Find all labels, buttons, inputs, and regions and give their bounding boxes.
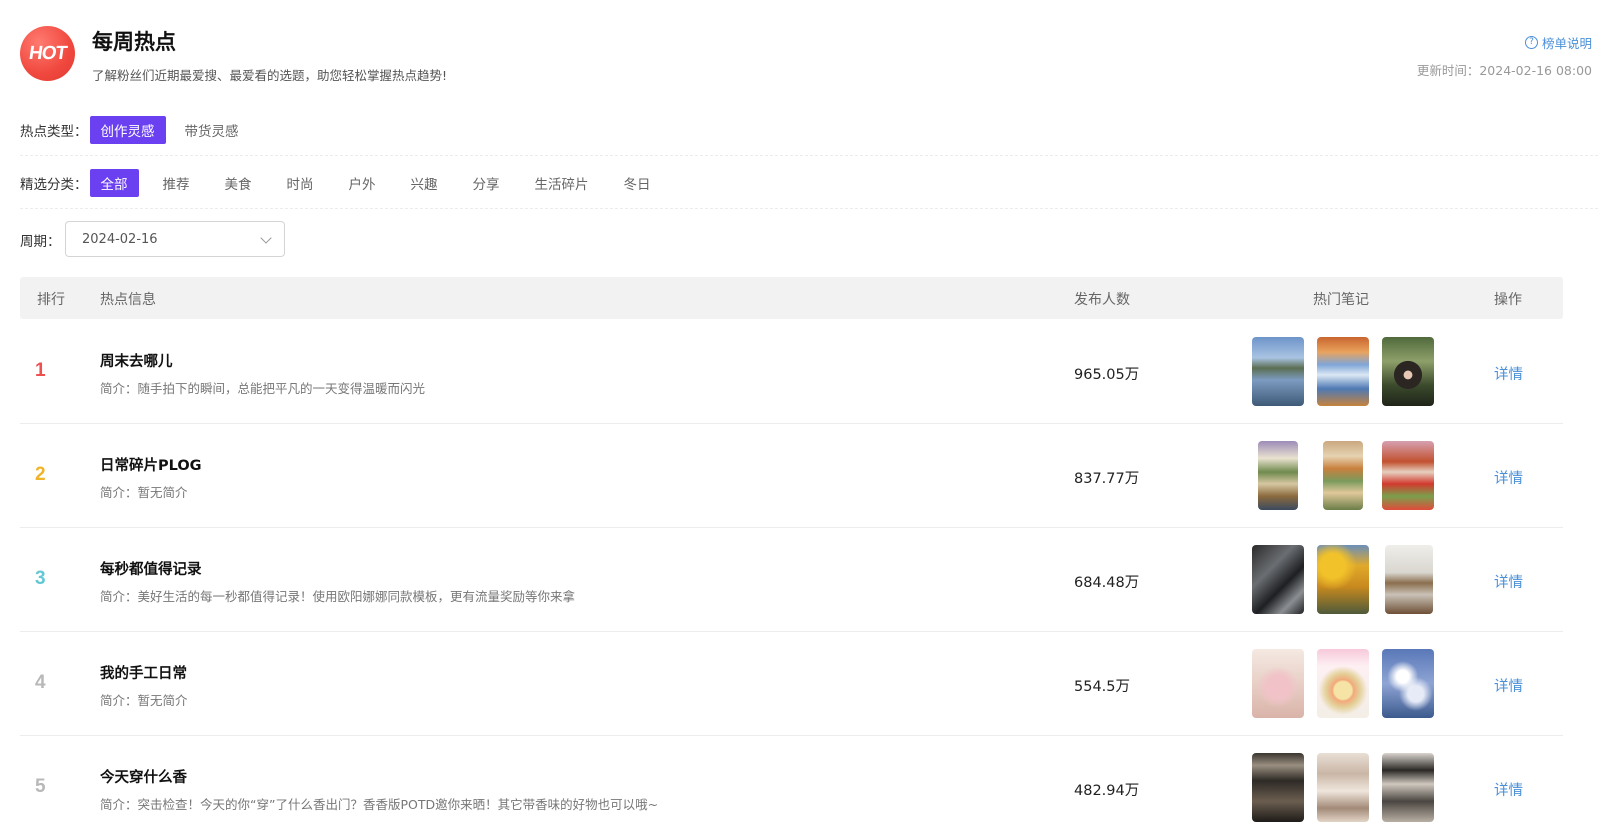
publisher-count: 684.48万: [1074, 575, 1140, 591]
hot-notes: [1252, 337, 1434, 406]
category-chip-recommend[interactable]: 推荐: [152, 169, 201, 197]
note-thumbnail[interactable]: [1382, 753, 1434, 822]
table-row: 3 每秒都值得记录 简介：美好生活的每一秒都值得记录！使用欧阳娜娜同款模板，更有…: [20, 528, 1563, 632]
note-thumbnail[interactable]: [1252, 545, 1304, 614]
note-thumbnail[interactable]: [1252, 337, 1304, 406]
column-action: 操作: [1494, 292, 1522, 308]
topic-title[interactable]: 我的手工日常: [100, 662, 187, 683]
table-row: 4 我的手工日常 简介：暂无简介 554.5万 详情: [20, 632, 1563, 736]
detail-link[interactable]: 详情: [1494, 779, 1523, 800]
topic-desc: 简介：随手拍下的瞬间，总能把平凡的一天变得温暖而闪光: [100, 381, 426, 396]
hot-notes: [1252, 649, 1434, 718]
topic-title[interactable]: 日常碎片PLOG: [100, 454, 202, 475]
category-label: 精选分类：: [20, 177, 88, 193]
publisher-count: 482.94万: [1074, 783, 1140, 799]
page-subtitle: 了解粉丝们近期最爱搜、最爱看的选题，助您轻松掌握热点趋势!: [92, 68, 448, 83]
update-time: 更新时间：2024-02-16 08:00: [1416, 63, 1592, 78]
divider: [20, 208, 1598, 209]
period-value: 2024-02-16: [82, 231, 158, 247]
topic-title[interactable]: 每秒都值得记录: [100, 558, 202, 579]
hot-logo: HOT: [20, 26, 75, 81]
note-thumbnail[interactable]: [1323, 441, 1363, 510]
category-chip-fashion[interactable]: 时尚: [276, 169, 325, 197]
type-chip-creation[interactable]: 创作灵感: [89, 116, 166, 144]
topic-desc: 简介：暂无简介: [100, 485, 188, 500]
type-chip-commerce[interactable]: 带货灵感: [174, 116, 250, 144]
hot-type-filter: 热点类型： 创作灵感 带货灵感: [20, 116, 1604, 144]
note-thumbnail[interactable]: [1317, 649, 1369, 718]
chevron-down-icon: [260, 232, 272, 244]
note-thumbnail[interactable]: [1317, 753, 1369, 822]
topic-desc: 简介：美好生活的每一秒都值得记录！使用欧阳娜娜同款模板，更有流量奖励等你来拿: [100, 589, 576, 604]
hot-notes: [1252, 545, 1433, 614]
note-thumbnail[interactable]: [1382, 337, 1434, 406]
rank-number: 2: [35, 464, 46, 485]
category-chip-outdoor[interactable]: 户外: [338, 169, 387, 197]
hot-type-label: 热点类型：: [20, 124, 88, 140]
publisher-count: 554.5万: [1074, 679, 1131, 695]
category-chip-interest[interactable]: 兴趣: [400, 169, 449, 197]
note-thumbnail[interactable]: [1382, 649, 1434, 718]
category-chip-winter[interactable]: 冬日: [613, 169, 662, 197]
note-thumbnail[interactable]: [1252, 753, 1304, 822]
page-title: 每周热点: [92, 30, 176, 54]
detail-link[interactable]: 详情: [1494, 675, 1523, 696]
note-thumbnail[interactable]: [1317, 545, 1369, 614]
category-filter: 精选分类： 全部 推荐 美食 时尚 户外 兴趣 分享 生活碎片 冬日: [20, 169, 1604, 197]
category-chip-all[interactable]: 全部: [89, 169, 139, 197]
column-rank: 排行: [37, 292, 65, 308]
hot-notes: [1252, 441, 1434, 510]
question-circle-icon: ?: [1524, 36, 1538, 49]
column-count: 发布人数: [1074, 292, 1130, 308]
rank-number: 5: [35, 776, 46, 797]
divider: [20, 155, 1598, 156]
category-chip-food[interactable]: 美食: [214, 169, 263, 197]
table-header: 排行 热点信息 发布人数 热门笔记 操作: [20, 277, 1563, 319]
publisher-count: 965.05万: [1074, 367, 1140, 383]
table-row: 1 周末去哪儿 简介：随手拍下的瞬间，总能把平凡的一天变得温暖而闪光 965.0…: [20, 320, 1563, 424]
detail-link[interactable]: 详情: [1494, 467, 1523, 488]
help-label: 榜单说明: [1541, 36, 1592, 51]
ranking-help-link[interactable]: ? 榜单说明: [1524, 33, 1592, 52]
hot-notes: [1252, 753, 1434, 822]
period-label: 周期：: [20, 234, 61, 250]
column-notes: 热门笔记: [1313, 292, 1369, 308]
column-info: 热点信息: [100, 292, 156, 308]
table-row: 2 日常碎片PLOG 简介：暂无简介 837.77万 详情: [20, 424, 1563, 528]
topic-title[interactable]: 今天穿什么香: [100, 766, 187, 787]
note-thumbnail[interactable]: [1317, 337, 1369, 406]
topic-desc: 简介：突击检查！今天的你“穿”了什么香出门？香香版POTD邀你来晒！其它带香味的…: [100, 797, 659, 812]
detail-link[interactable]: 详情: [1494, 363, 1523, 384]
note-thumbnail[interactable]: [1382, 441, 1434, 510]
topic-desc: 简介：暂无简介: [100, 693, 188, 708]
note-thumbnail[interactable]: [1252, 649, 1304, 718]
detail-link[interactable]: 详情: [1494, 571, 1523, 592]
table-row: 5 今天穿什么香 简介：突击检查！今天的你“穿”了什么香出门？香香版POTD邀你…: [20, 736, 1563, 839]
topic-title[interactable]: 周末去哪儿: [100, 350, 173, 371]
category-chip-share[interactable]: 分享: [462, 169, 511, 197]
category-chip-life[interactable]: 生活碎片: [524, 169, 600, 197]
note-thumbnail[interactable]: [1258, 441, 1298, 510]
publisher-count: 837.77万: [1074, 471, 1140, 487]
rank-number: 3: [35, 568, 46, 589]
period-select[interactable]: 2024-02-16: [65, 221, 285, 257]
note-thumbnail[interactable]: [1385, 545, 1433, 614]
rank-number: 1: [35, 360, 46, 381]
rank-number: 4: [35, 672, 46, 693]
